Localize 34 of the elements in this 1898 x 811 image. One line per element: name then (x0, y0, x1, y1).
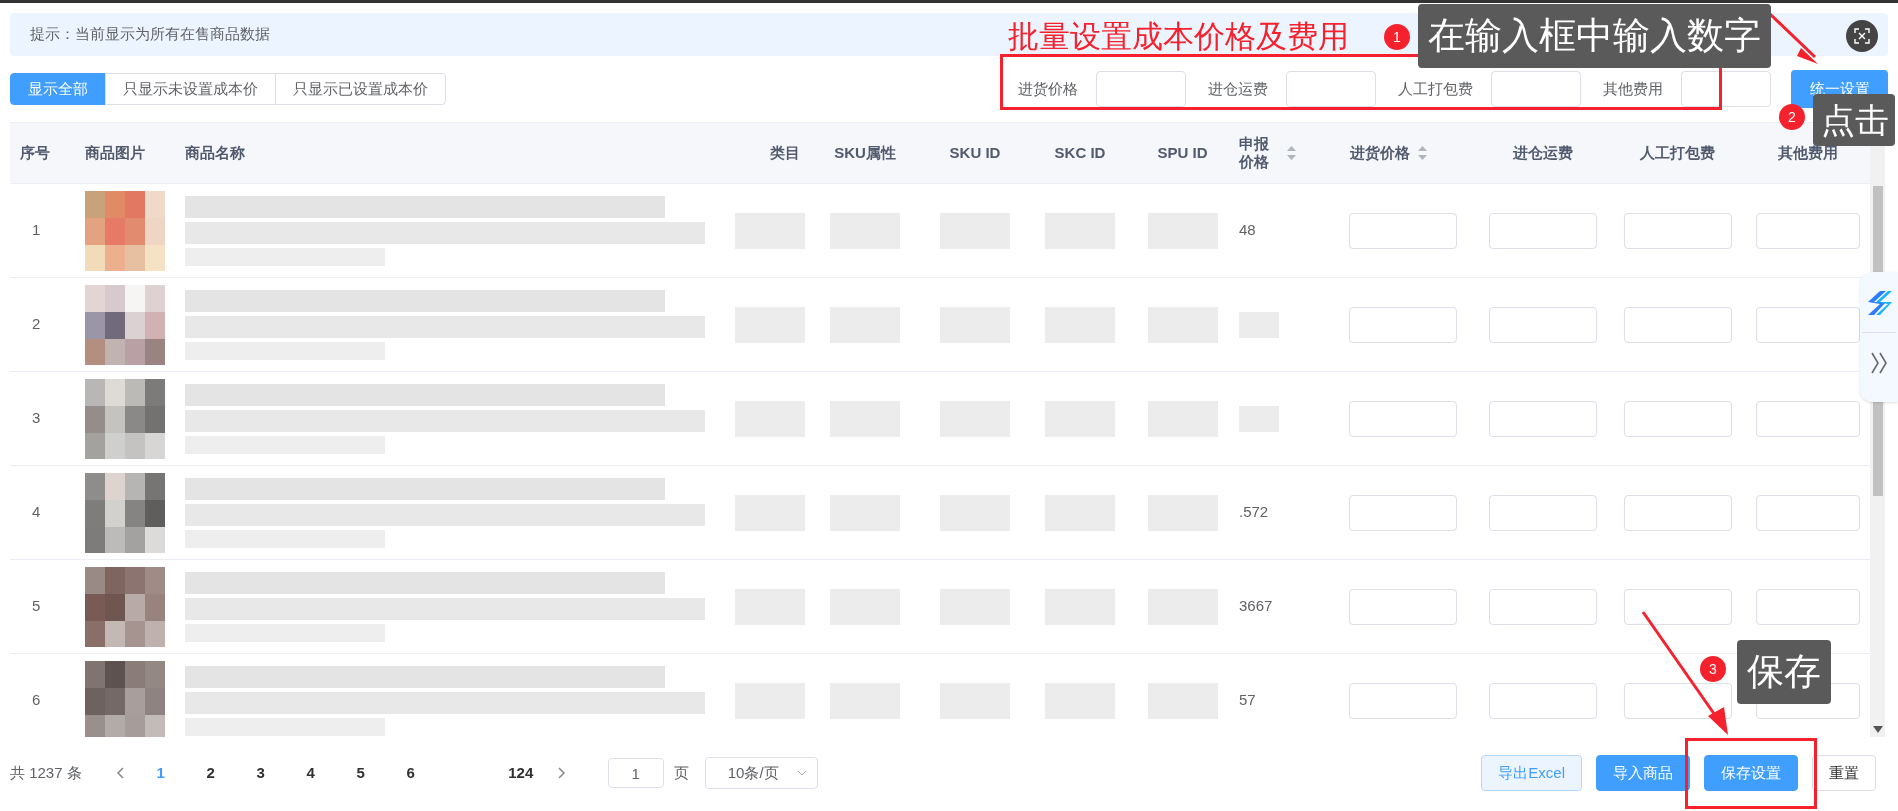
page-suffix: 页 (673, 762, 689, 783)
column-header: SKC ID (1054, 142, 1106, 163)
field-label: 进货价格 (1018, 78, 1078, 99)
column-header: SPU ID (1157, 142, 1208, 163)
price-text: 57 (1239, 691, 1256, 709)
row-number: 4 (31, 502, 42, 523)
annotation-title: 批量设置成本价格及费用 (1008, 18, 1349, 56)
row-number: 6 (31, 690, 42, 711)
column-header: SKU属性 (834, 142, 896, 163)
field-label: 其他费用 (1603, 78, 1663, 99)
row-number: 2 (31, 314, 42, 335)
column-header: 人工打包费 (1640, 142, 1715, 163)
column-header: SKU ID (949, 142, 1001, 163)
column-header: 序号 (20, 142, 50, 163)
price-text: .572 (1239, 503, 1269, 521)
row-number: 3 (31, 408, 42, 429)
price-text: 3667 (1239, 597, 1273, 615)
row-number: 5 (31, 596, 42, 617)
total-count: 共 1237 条 (10, 762, 82, 783)
field-label: 进仓运费 (1208, 78, 1268, 99)
column-header: 进货价格 (1350, 142, 1410, 163)
step-badge: 2 (1779, 104, 1805, 130)
column-header: 申报价格 (1239, 135, 1270, 171)
step-badge: 3 (1700, 656, 1726, 682)
row-number: 1 (31, 220, 42, 241)
column-header: 类目 (770, 142, 800, 163)
column-header: 商品名称 (185, 142, 245, 163)
annotation-tooltip: 在输入框中输入数字 (1418, 4, 1771, 68)
annotation-tooltip: 点击 (1813, 94, 1895, 146)
annotation-tooltip: 保存 (1737, 640, 1831, 704)
field-label: 人工打包费 (1398, 78, 1473, 99)
price-text: 48 (1239, 221, 1256, 239)
column-header: 商品图片 (85, 142, 145, 163)
column-header: 进仓运费 (1512, 142, 1573, 163)
